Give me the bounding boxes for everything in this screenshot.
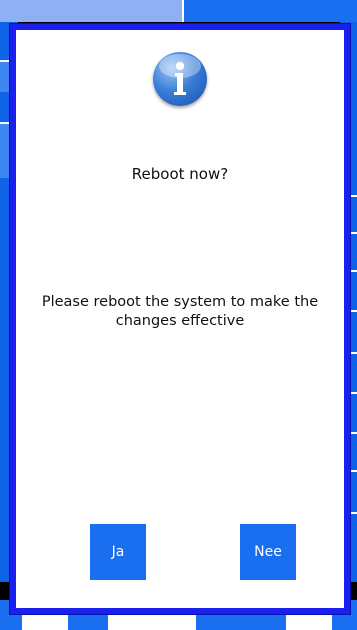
no-button[interactable]: Nee [240,524,296,580]
dialog-title: Reboot now? [131,165,229,183]
info-icon [153,52,207,106]
screen: Reboot now? Please reboot the system to … [0,0,357,630]
yes-button[interactable]: Ja [90,524,146,580]
background-header-left [0,0,184,22]
info-glyph-icon [174,61,186,95]
background-header-right [184,0,357,22]
reboot-dialog: Reboot now? Please reboot the system to … [10,24,350,614]
dialog-message: Please reboot the system to make the cha… [41,294,319,329]
